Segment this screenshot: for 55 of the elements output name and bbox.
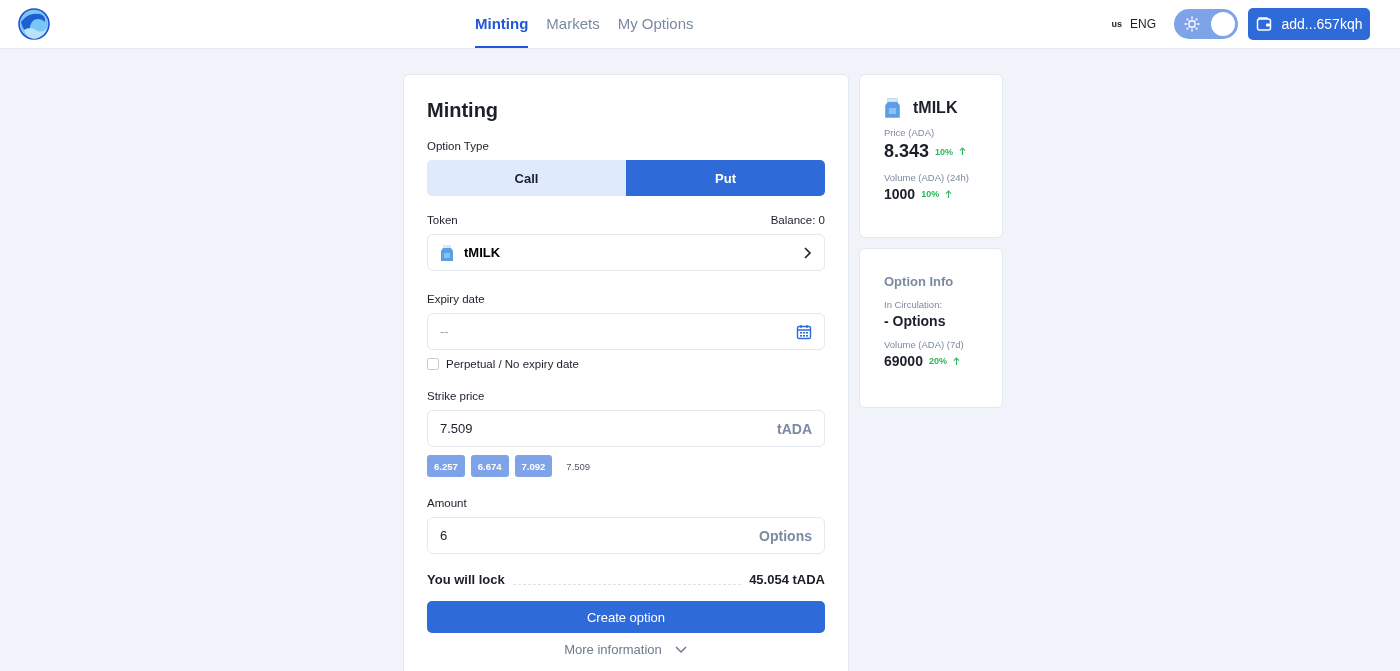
more-information-toggle[interactable]: More information [558, 641, 694, 658]
field-label: Option Type [427, 140, 490, 152]
balance-text: Balance: 0 [770, 214, 825, 226]
milk-carton-icon [440, 243, 454, 262]
arrow-up-icon [959, 147, 967, 156]
strike-preset-chip[interactable]: 6.257 [427, 455, 465, 477]
strike-preset-chip[interactable]: 7.092 [514, 455, 553, 477]
change-text: 10% [935, 146, 954, 157]
card-title: Minting [427, 99, 500, 122]
stat-label: Volume (ADA) (24h) [884, 172, 970, 183]
lock-value: 45.054 tADA [749, 572, 825, 587]
stat-label: Price (ADA) [884, 127, 936, 138]
checkbox[interactable] [427, 358, 439, 370]
chevron-right-icon [802, 245, 812, 260]
field-label: Amount [427, 497, 468, 509]
theme-toggle[interactable] [1174, 9, 1238, 39]
strike-preset-chip[interactable]: 6.674 [470, 455, 509, 477]
language-button[interactable]: ENG [1130, 17, 1156, 31]
stat-value: - Options [884, 313, 947, 329]
stat-value: 8.343 [884, 141, 930, 162]
stat-value: 1000 [884, 186, 916, 202]
option-type-tab[interactable]: Put [626, 160, 825, 196]
strike-preset-option[interactable]: 7.509 [558, 460, 599, 472]
date-field[interactable]: -- [427, 313, 825, 350]
field-label: Expiry date [427, 293, 486, 305]
field-label: Token [427, 214, 458, 226]
wallet-button[interactable]: add...657kqh [1248, 8, 1370, 40]
field-label: Strike price [427, 390, 486, 402]
wave-logo-icon[interactable] [18, 8, 50, 40]
stat-label: In Circulation: [884, 299, 944, 310]
chevron-down-icon [673, 644, 688, 655]
lock-label: You will lock [427, 572, 505, 587]
stat-value: 69000 [884, 353, 923, 369]
nav-tab[interactable]: My Options [617, 0, 694, 48]
token-name: tMILK [913, 99, 958, 117]
strike-price-field[interactable]: 7.509 tADA [427, 410, 825, 447]
amount-field[interactable]: 6 Options [427, 517, 825, 554]
checkbox-label: Perpetual / No expiry date [446, 358, 579, 370]
stat-label: Volume (ADA) (7d) [884, 339, 965, 350]
calendar-icon [796, 323, 812, 340]
change-text: 10% [921, 189, 940, 199]
wallet-icon [1255, 16, 1272, 32]
sun-icon [1184, 16, 1200, 32]
card-title: Option Info [884, 274, 955, 289]
locale-label: us [1111, 19, 1122, 29]
toggle-knob [1211, 12, 1235, 36]
create-option-button[interactable]: Create option [427, 601, 825, 633]
arrow-up-icon [952, 356, 960, 366]
nav-tab[interactable]: Markets [546, 0, 600, 48]
change-text: 20% [928, 356, 947, 366]
nav-tab[interactable]: Minting [475, 0, 529, 48]
option-type-tab[interactable]: Call [427, 160, 626, 196]
arrow-up-icon [945, 189, 953, 199]
token-select[interactable]: tMILK [427, 234, 825, 271]
milk-carton-icon [884, 97, 901, 119]
